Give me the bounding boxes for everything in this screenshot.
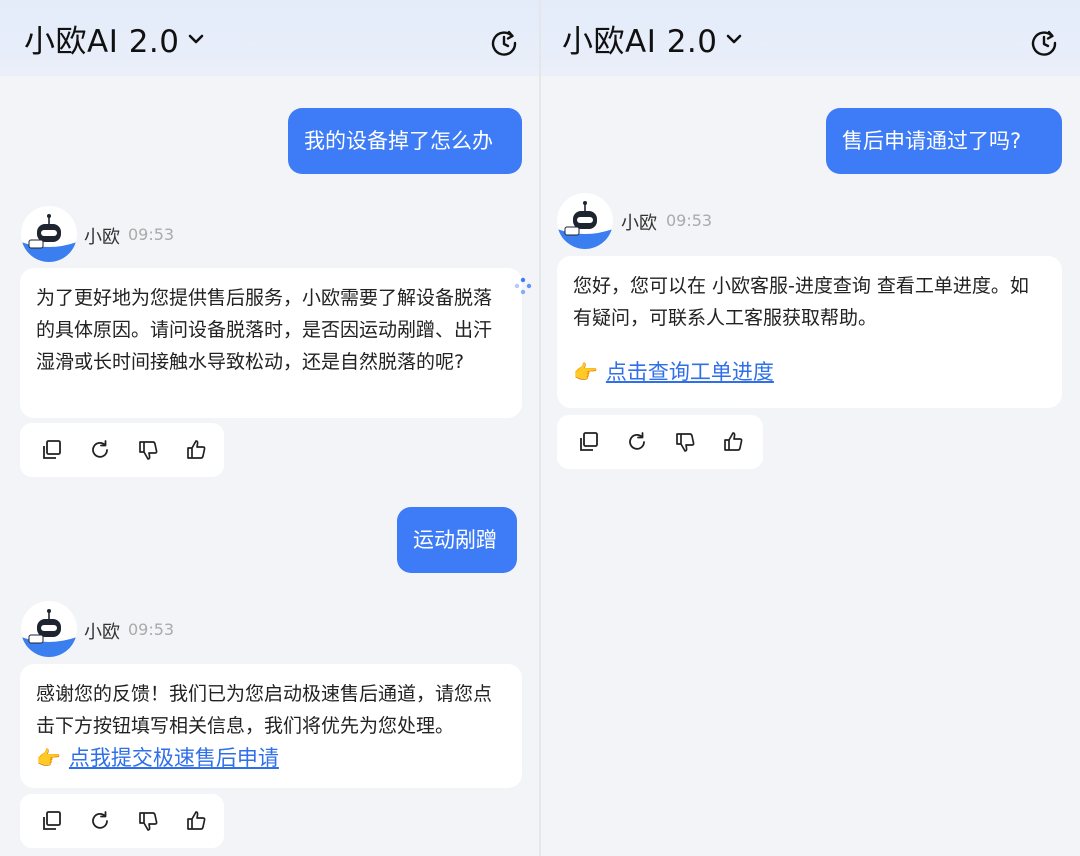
chat-pane-right: 小欧AI 2.0 售后申请通过了吗? 小欧 09:53 您好，您可以在 小欧客服… bbox=[541, 0, 1080, 856]
chat-header: 小欧AI 2.0 bbox=[541, 0, 1080, 76]
bot-message-text: 为了更好地为您提供售后服务，小欧需要了解设备脱落的具体原因。请问设备脱落时，是否… bbox=[36, 287, 493, 373]
message-actions-bar bbox=[20, 794, 224, 848]
bot-name: 小欧 bbox=[84, 227, 120, 248]
chevron-down-icon[interactable] bbox=[725, 32, 743, 46]
bot-name: 小欧 bbox=[621, 213, 657, 234]
thumbs-up-icon[interactable] bbox=[184, 809, 208, 833]
thumbs-down-icon[interactable] bbox=[673, 430, 697, 454]
submit-after-sales-link[interactable]: 点我提交极速售后申请 bbox=[69, 742, 279, 774]
refresh-icon[interactable] bbox=[625, 430, 649, 454]
refresh-icon[interactable] bbox=[88, 438, 112, 462]
chevron-down-icon[interactable] bbox=[187, 32, 205, 46]
message-timestamp: 09:53 bbox=[666, 211, 713, 230]
action-link-row: 👉 点击查询工单进度 bbox=[573, 356, 1046, 388]
model-selector-title[interactable]: 小欧AI 2.0 bbox=[24, 22, 180, 62]
pointing-hand-icon: 👉 bbox=[573, 360, 598, 384]
message-timestamp: 09:53 bbox=[128, 620, 175, 639]
robot-avatar-icon bbox=[21, 206, 77, 262]
action-link-row: 👉 点我提交极速售后申请 bbox=[36, 742, 506, 774]
thumbs-down-icon[interactable] bbox=[136, 438, 160, 462]
robot-avatar-icon bbox=[557, 193, 613, 249]
robot-avatar-icon bbox=[21, 601, 77, 657]
chat-header: 小欧AI 2.0 bbox=[0, 0, 539, 76]
bot-name: 小欧 bbox=[84, 622, 120, 643]
copy-icon[interactable] bbox=[40, 438, 64, 462]
bot-message-card: 为了更好地为您提供售后服务，小欧需要了解设备脱落的具体原因。请问设备脱落时，是否… bbox=[20, 268, 522, 418]
history-icon[interactable] bbox=[1029, 28, 1059, 58]
user-message-bubble: 售后申请通过了吗? bbox=[826, 108, 1062, 174]
bot-message-card: 您好，您可以在 小欧客服-进度查询 查看工单进度。如有疑问，可联系人工客服获取帮… bbox=[557, 256, 1062, 408]
thumbs-up-icon[interactable] bbox=[184, 438, 208, 462]
user-message-bubble: 运动剐蹭 bbox=[397, 507, 517, 573]
chat-pane-left: 小欧AI 2.0 我的设备掉了怎么办 小欧 09:53 为了更好地为您提供售后服… bbox=[0, 0, 539, 856]
bot-message-text: 您好，您可以在 小欧客服-进度查询 查看工单进度。如有疑问，可联系人工客服获取帮… bbox=[573, 275, 1029, 329]
check-ticket-progress-link[interactable]: 点击查询工单进度 bbox=[606, 356, 774, 388]
bot-message-text: 感谢您的反馈！我们已为您启动极速售后通道，请您点击下方按钮填写相关信息，我们将优… bbox=[36, 683, 493, 737]
refresh-icon[interactable] bbox=[88, 809, 112, 833]
copy-icon[interactable] bbox=[577, 430, 601, 454]
message-actions-bar bbox=[20, 423, 224, 477]
message-actions-bar bbox=[557, 415, 763, 469]
thumbs-up-icon[interactable] bbox=[721, 430, 745, 454]
pointing-hand-icon: 👉 bbox=[36, 746, 61, 770]
history-icon[interactable] bbox=[489, 28, 519, 58]
copy-icon[interactable] bbox=[40, 809, 64, 833]
loading-spinner-icon bbox=[514, 277, 532, 295]
bot-message-card: 感谢您的反馈！我们已为您启动极速售后通道，请您点击下方按钮填写相关信息，我们将优… bbox=[20, 664, 522, 788]
model-selector-title[interactable]: 小欧AI 2.0 bbox=[562, 22, 718, 62]
thumbs-down-icon[interactable] bbox=[136, 809, 160, 833]
user-message-bubble: 我的设备掉了怎么办 bbox=[288, 108, 522, 174]
message-timestamp: 09:53 bbox=[128, 225, 175, 244]
